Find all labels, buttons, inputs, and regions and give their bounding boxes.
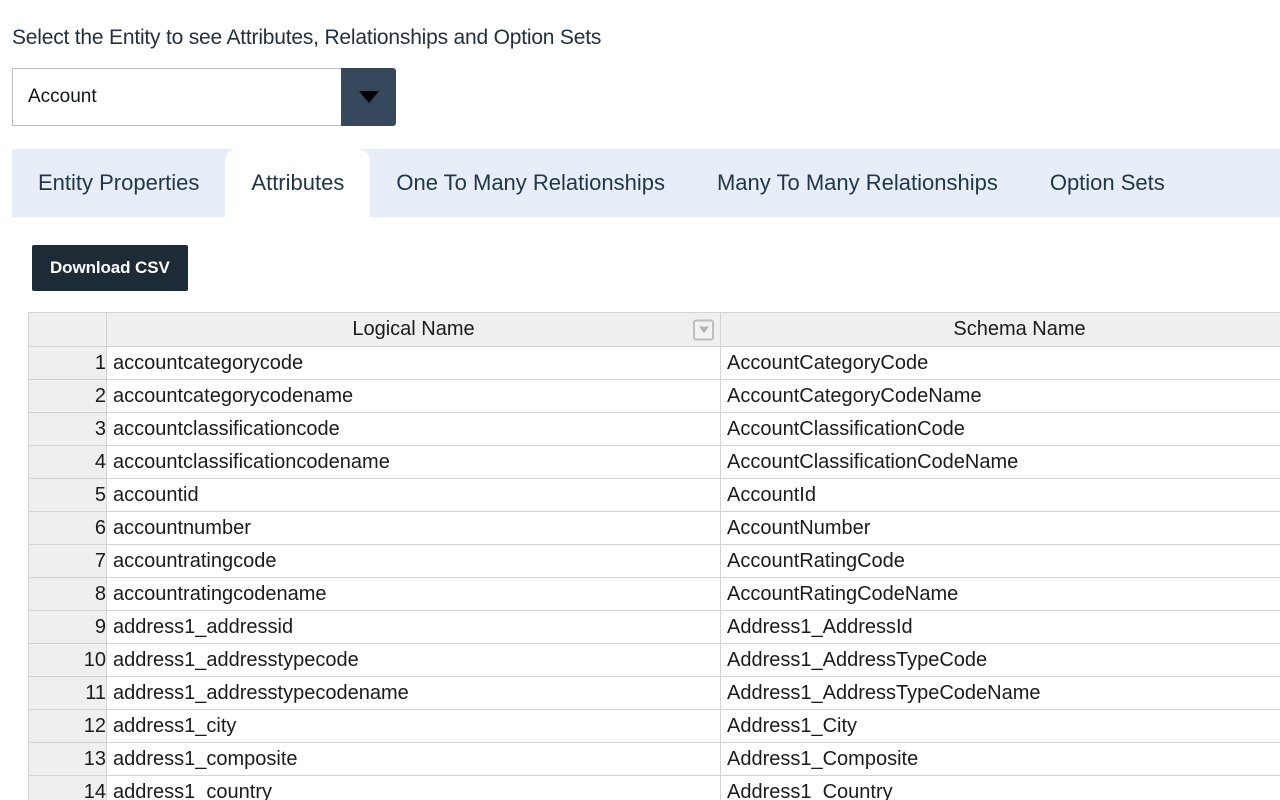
schema-name-cell[interactable]: Address1_City <box>721 710 1280 743</box>
column-header-logical-name[interactable]: Logical Name <box>107 313 721 347</box>
logical-name-cell[interactable]: address1_city <box>107 710 721 743</box>
row-number-cell: 12 <box>29 710 107 743</box>
schema-name-cell[interactable]: Address1_AddressId <box>721 611 1280 644</box>
schema-name-cell[interactable]: Address1_AddressTypeCodeName <box>721 677 1280 710</box>
logical-name-cell[interactable]: accountratingcodename <box>107 578 721 611</box>
row-number-cell: 3 <box>29 413 107 446</box>
row-number-cell: 8 <box>29 578 107 611</box>
tab-attributes[interactable]: Attributes <box>225 149 370 217</box>
row-number-cell: 2 <box>29 380 107 413</box>
schema-name-cell[interactable]: AccountCategoryCode <box>721 347 1280 380</box>
schema-name-cell[interactable]: AccountId <box>721 479 1280 512</box>
table-row[interactable]: 3accountclassificationcodeAccountClassif… <box>29 413 1280 446</box>
table-row[interactable]: 13address1_compositeAddress1_Composite <box>29 743 1280 776</box>
table-row[interactable]: 6accountnumberAccountNumber <box>29 512 1280 545</box>
row-number-header <box>29 313 107 347</box>
row-number-cell: 4 <box>29 446 107 479</box>
table-row[interactable]: 14address1_countryAddress1_Country <box>29 776 1280 800</box>
download-csv-button[interactable]: Download CSV <box>32 245 188 291</box>
row-number-cell: 13 <box>29 743 107 776</box>
filter-dropdown-icon[interactable] <box>693 319 714 340</box>
row-number-cell: 9 <box>29 611 107 644</box>
table-row[interactable]: 9address1_addressidAddress1_AddressId <box>29 611 1280 644</box>
row-number-cell: 6 <box>29 512 107 545</box>
table-row[interactable]: 8accountratingcodenameAccountRatingCodeN… <box>29 578 1280 611</box>
entity-select-toggle[interactable] <box>341 68 396 126</box>
row-number-cell: 1 <box>29 347 107 380</box>
schema-name-cell[interactable]: Address1_AddressTypeCode <box>721 644 1280 677</box>
table-row[interactable]: 4accountclassificationcodenameAccountCla… <box>29 446 1280 479</box>
logical-name-cell[interactable]: address1_addressid <box>107 611 721 644</box>
logical-name-cell[interactable]: address1_country <box>107 776 721 800</box>
tab-entity-properties[interactable]: Entity Properties <box>12 149 225 217</box>
tab-one-to-many-relationships[interactable]: One To Many Relationships <box>370 149 691 217</box>
logical-name-cell[interactable]: address1_addresstypecode <box>107 644 721 677</box>
column-header-schema-name[interactable]: Schema Name <box>721 313 1280 347</box>
table-row[interactable]: 7accountratingcodeAccountRatingCode <box>29 545 1280 578</box>
schema-name-cell[interactable]: Address1_Country <box>721 776 1280 800</box>
table-row[interactable]: 11address1_addresstypecodenameAddress1_A… <box>29 677 1280 710</box>
logical-name-cell[interactable]: accountclassificationcodename <box>107 446 721 479</box>
schema-name-cell[interactable]: AccountNumber <box>721 512 1280 545</box>
tab-bar: Entity PropertiesAttributesOne To Many R… <box>12 149 1280 217</box>
schema-name-cell[interactable]: AccountClassificationCode <box>721 413 1280 446</box>
row-number-cell: 10 <box>29 644 107 677</box>
row-number-cell: 7 <box>29 545 107 578</box>
logical-name-cell[interactable]: accountid <box>107 479 721 512</box>
table-header-row: Logical Name Schema Name <box>29 313 1280 347</box>
entity-select-value[interactable]: Account <box>12 68 341 126</box>
tab-many-to-many-relationships[interactable]: Many To Many Relationships <box>691 149 1024 217</box>
table-body: 1accountcategorycodeAccountCategoryCode2… <box>29 347 1280 800</box>
schema-name-cell[interactable]: AccountClassificationCodeName <box>721 446 1280 479</box>
schema-name-cell[interactable]: AccountRatingCode <box>721 545 1280 578</box>
logical-name-cell[interactable]: address1_composite <box>107 743 721 776</box>
table-head: Logical Name Schema Name <box>29 313 1280 347</box>
logical-name-cell[interactable]: accountcategorycodename <box>107 380 721 413</box>
attributes-grid-container: Logical Name Schema Name 1accountcategor… <box>28 312 1280 800</box>
schema-name-cell[interactable]: Address1_Composite <box>721 743 1280 776</box>
column-header-schema-name-label: Schema Name <box>953 318 1085 341</box>
attributes-table: Logical Name Schema Name 1accountcategor… <box>28 312 1280 800</box>
logical-name-cell[interactable]: accountcategorycode <box>107 347 721 380</box>
schema-name-cell[interactable]: AccountRatingCodeName <box>721 578 1280 611</box>
row-number-cell: 11 <box>29 677 107 710</box>
logical-name-cell[interactable]: address1_addresstypecodename <box>107 677 721 710</box>
table-row[interactable]: 2accountcategorycodenameAccountCategoryC… <box>29 380 1280 413</box>
chevron-down-icon <box>359 91 379 103</box>
table-row[interactable]: 10address1_addresstypecodeAddress1_Addre… <box>29 644 1280 677</box>
logical-name-cell[interactable]: accountclassificationcode <box>107 413 721 446</box>
page-title: Select the Entity to see Attributes, Rel… <box>12 24 601 52</box>
table-row[interactable]: 12address1_cityAddress1_City <box>29 710 1280 743</box>
row-number-cell: 5 <box>29 479 107 512</box>
column-header-logical-name-label: Logical Name <box>352 318 474 341</box>
entity-select[interactable]: Account <box>12 68 396 126</box>
table-row[interactable]: 1accountcategorycodeAccountCategoryCode <box>29 347 1280 380</box>
tab-option-sets[interactable]: Option Sets <box>1024 149 1191 217</box>
row-number-cell: 14 <box>29 776 107 800</box>
app-root: Select the Entity to see Attributes, Rel… <box>0 0 1280 800</box>
table-row[interactable]: 5accountidAccountId <box>29 479 1280 512</box>
logical-name-cell[interactable]: accountnumber <box>107 512 721 545</box>
logical-name-cell[interactable]: accountratingcode <box>107 545 721 578</box>
schema-name-cell[interactable]: AccountCategoryCodeName <box>721 380 1280 413</box>
